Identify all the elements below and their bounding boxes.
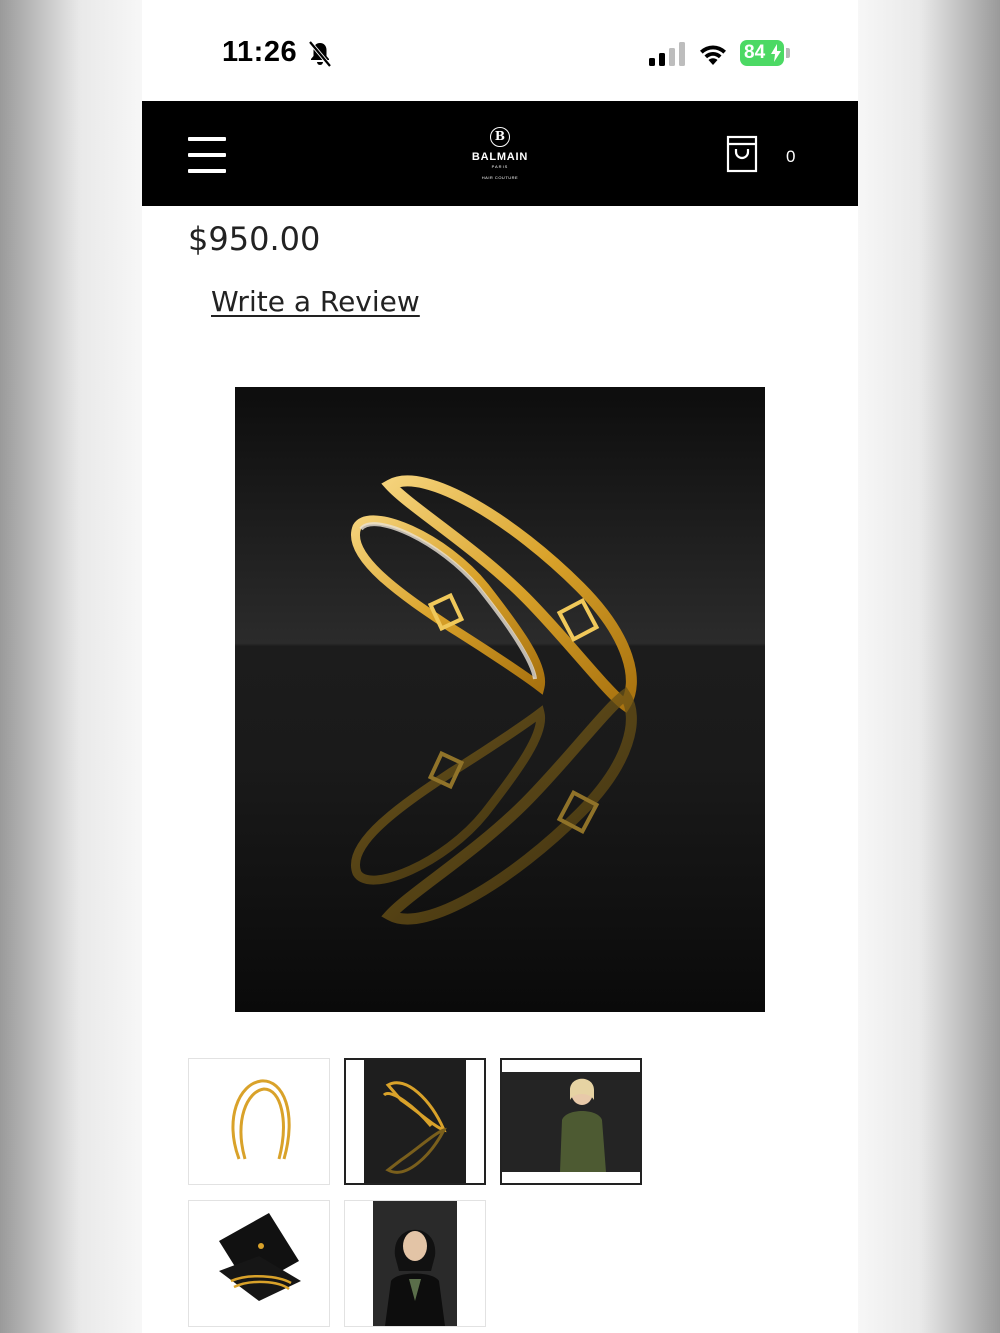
- cellular-signal-icon: [649, 42, 685, 66]
- battery-level: 84: [744, 42, 766, 63]
- thumbnail-5[interactable]: [344, 1200, 486, 1327]
- battery-indicator: 84: [740, 40, 784, 66]
- model-blonde-image: [502, 1072, 640, 1172]
- status-bar: 11:26 84: [142, 0, 858, 101]
- logo-tagline: HAIR COUTURE: [481, 175, 519, 180]
- thumbnail-1[interactable]: [188, 1058, 330, 1185]
- model-dark-hair-image: [373, 1201, 457, 1326]
- thumbnail-3[interactable]: [500, 1058, 642, 1185]
- logo-subtitle: PARIS: [491, 164, 509, 169]
- balmain-logo[interactable]: B BALMAIN PARIS HAIR COUTURE: [460, 127, 540, 183]
- wifi-icon: [700, 45, 726, 65]
- battery-charging-icon: [771, 44, 781, 62]
- hamburger-menu-icon[interactable]: [188, 137, 226, 173]
- logo-b-mark-icon: B: [490, 127, 510, 147]
- shopping-bag-icon[interactable]: [726, 135, 758, 173]
- headband-gift-box-image: [219, 1213, 301, 1301]
- bell-slash-icon: [308, 40, 332, 68]
- headband-photo: [350, 475, 637, 925]
- write-review-link[interactable]: Write a Review: [211, 285, 420, 318]
- logo-name: BALMAIN: [471, 151, 529, 163]
- headband-black-background-image: [364, 1060, 466, 1183]
- headband-white-background-image: [231, 1079, 291, 1160]
- thumbnail-2[interactable]: [344, 1058, 486, 1185]
- cart-count: 0: [786, 147, 796, 166]
- phone-screen: 11:26 84 B BALMAIN PARIS HAIR COUTURE 0 …: [142, 0, 858, 1333]
- product-price: $950.00: [188, 220, 321, 258]
- battery-tip: [786, 48, 790, 58]
- status-time: 11:26: [222, 36, 298, 68]
- product-main-image[interactable]: [235, 387, 765, 1012]
- thumbnail-4[interactable]: [188, 1200, 330, 1327]
- site-header: B BALMAIN PARIS HAIR COUTURE 0: [142, 101, 858, 206]
